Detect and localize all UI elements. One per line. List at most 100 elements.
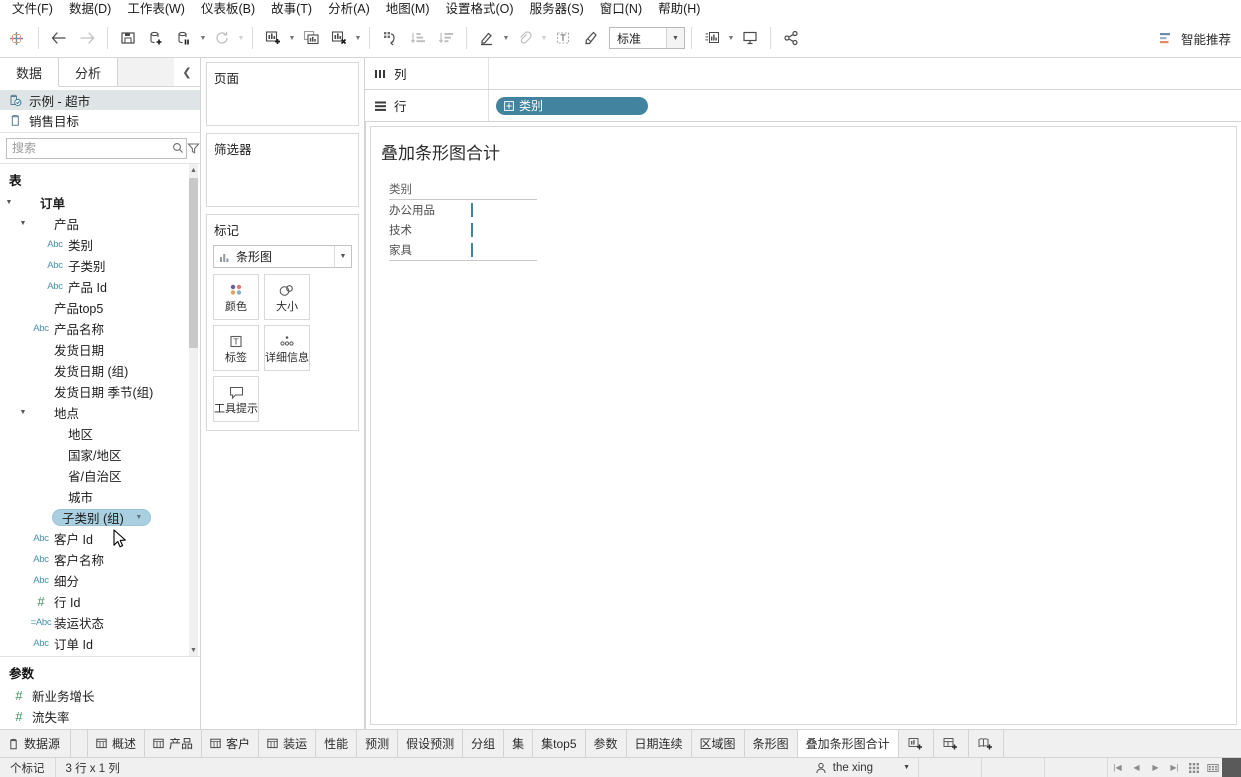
- field-item[interactable]: # 行 Id: [0, 591, 200, 612]
- scrollbar-thumb[interactable]: [189, 178, 198, 348]
- filter-fields-icon[interactable]: [187, 138, 200, 158]
- marks-size-button[interactable]: 大小: [264, 274, 310, 320]
- sheet-tab[interactable]: 分组: [463, 730, 505, 757]
- sheet-tab[interactable]: 概述: [88, 730, 146, 757]
- parameter-item[interactable]: # 流失率: [0, 706, 200, 727]
- field-item[interactable]: 城市: [0, 486, 200, 507]
- highlight-icon[interactable]: [474, 25, 500, 51]
- field-item[interactable]: 省/自治区: [0, 465, 200, 486]
- show-hide-cards-icon[interactable]: [699, 25, 725, 51]
- chevron-down-icon[interactable]: ▼: [903, 764, 910, 771]
- field-item[interactable]: 发货日期 (组): [0, 360, 200, 381]
- plus-box-icon[interactable]: [504, 100, 514, 111]
- sheet-tab[interactable]: 预测: [357, 730, 399, 757]
- tab-data[interactable]: 数据: [0, 58, 60, 87]
- bar-mark[interactable]: [471, 243, 473, 257]
- field-item[interactable]: Abc 客户名称: [0, 549, 200, 570]
- field-item[interactable]: ▼ 订单: [0, 192, 200, 213]
- field-list[interactable]: 表 ▼ 订单 ▼ 产品 Abc 类别 Abc 子类别 Abc 产品 Id 产品top5 Abc 产品名称…: [0, 164, 200, 656]
- pause-updates-caret-icon[interactable]: ▼: [198, 26, 208, 50]
- forward-arrow-icon[interactable]: [74, 25, 100, 51]
- menu-item[interactable]: 帮助(H): [650, 0, 708, 19]
- tab-layout-icon[interactable]: [1184, 758, 1203, 777]
- refresh-data-source-icon[interactable]: [209, 25, 235, 51]
- sheet-tab[interactable]: 区域图: [691, 730, 745, 757]
- clear-sheet-caret-icon[interactable]: ▼: [353, 26, 363, 50]
- presentation-mode-icon[interactable]: [737, 25, 763, 51]
- mark-type-select[interactable]: 条形图 ▼: [213, 245, 352, 268]
- field-item[interactable]: 子类别 (组) ▼: [0, 507, 200, 528]
- show-mark-labels-icon[interactable]: T: [550, 25, 576, 51]
- refresh-caret-icon[interactable]: ▼: [236, 26, 246, 50]
- chevron-down-icon[interactable]: ▼: [666, 28, 684, 48]
- tab-data-source[interactable]: 数据源: [0, 730, 72, 757]
- sheet-tab[interactable]: 参数: [585, 730, 627, 757]
- sheet-tab[interactable]: 假设预测: [398, 730, 464, 757]
- rows-shelf-drop-zone[interactable]: 类别: [489, 90, 1241, 121]
- field-item[interactable]: Abc 订单 Id: [0, 633, 200, 654]
- field-pill-selected[interactable]: 子类别 (组) ▼: [52, 509, 151, 526]
- nav-next-icon[interactable]: ▶: [1146, 758, 1165, 777]
- status-user[interactable]: the xing ▼: [807, 758, 919, 777]
- save-icon[interactable]: [115, 25, 141, 51]
- field-item[interactable]: 国家/地区: [0, 444, 200, 465]
- marks-tooltip-button[interactable]: 工具提示: [213, 376, 259, 422]
- smart-recommend-button[interactable]: 智能推荐: [1159, 29, 1231, 48]
- menu-item[interactable]: 工作表(W): [119, 0, 193, 19]
- scroll-down-arrow-icon[interactable]: ▼: [189, 644, 198, 656]
- show-cards-caret-icon[interactable]: ▼: [726, 26, 736, 50]
- chevron-down-icon[interactable]: ▼: [334, 246, 351, 267]
- view-row[interactable]: 技术: [389, 220, 537, 240]
- nav-prev-icon[interactable]: ◀: [1127, 758, 1146, 777]
- menu-item[interactable]: 故事(T): [263, 0, 320, 19]
- field-item[interactable]: 地区: [0, 423, 200, 444]
- sheet-tab[interactable]: 集top5: [533, 730, 586, 757]
- fit-select[interactable]: 标准 ▼: [609, 27, 685, 49]
- data-source-item-superstore[interactable]: 示例 - 超市: [0, 90, 200, 110]
- tableau-logo-icon[interactable]: [1, 25, 31, 51]
- menu-item[interactable]: 地图(M): [378, 0, 438, 19]
- worksheet-view[interactable]: 叠加条形图合计 类别 办公用品 技术 家具: [370, 126, 1237, 725]
- view-canvas[interactable]: 叠加条形图合计 类别 办公用品 技术 家具: [365, 122, 1241, 729]
- group-caret-icon[interactable]: ▼: [539, 26, 549, 50]
- filters-card[interactable]: 筛选器: [206, 133, 359, 207]
- row-header-title[interactable]: 类别: [389, 181, 537, 200]
- field-item[interactable]: =Abc 装运状态: [0, 612, 200, 633]
- field-item[interactable]: Abc 类别: [0, 234, 200, 255]
- new-worksheet-button[interactable]: [898, 730, 934, 757]
- sheet-tab[interactable]: 叠加条形图合计: [797, 730, 899, 757]
- sheet-tab[interactable]: 集: [504, 730, 534, 757]
- chevron-down-icon[interactable]: ▼: [16, 409, 30, 416]
- swap-rows-columns-icon[interactable]: [377, 25, 403, 51]
- search-input[interactable]: [7, 138, 169, 158]
- group-members-icon[interactable]: [512, 25, 538, 51]
- filmstrip-icon[interactable]: [1203, 758, 1222, 777]
- pause-auto-updates-icon[interactable]: [171, 25, 197, 51]
- bar-mark[interactable]: [471, 203, 473, 217]
- menu-item[interactable]: 数据(D): [61, 0, 119, 19]
- tab-analytics[interactable]: 分析: [59, 58, 119, 86]
- field-list-scrollbar[interactable]: ▲ ▼: [189, 164, 198, 656]
- menu-item[interactable]: 服务器(S): [522, 0, 592, 19]
- pill-category[interactable]: 类别: [496, 96, 648, 115]
- scroll-up-arrow-icon[interactable]: ▲: [189, 164, 198, 176]
- new-data-source-icon[interactable]: [143, 25, 169, 51]
- marks-label-button[interactable]: T 标签: [213, 325, 259, 371]
- fix-axes-icon[interactable]: [578, 25, 604, 51]
- clear-sheet-icon[interactable]: [326, 25, 352, 51]
- chevron-down-icon[interactable]: ▼: [132, 514, 146, 521]
- collapse-pane-icon[interactable]: ❮: [174, 58, 200, 86]
- field-item[interactable]: Abc 子类别: [0, 255, 200, 276]
- view-row[interactable]: 办公用品: [389, 200, 537, 220]
- chevron-down-icon[interactable]: ▼: [2, 199, 16, 206]
- menu-item[interactable]: 仪表板(B): [193, 0, 263, 19]
- new-story-button[interactable]: [968, 730, 1004, 757]
- field-item[interactable]: 发货日期: [0, 339, 200, 360]
- marks-detail-button[interactable]: 详细信息: [264, 325, 310, 371]
- field-item[interactable]: 发货日期 季节(组): [0, 381, 200, 402]
- field-item[interactable]: Abc 产品 Id: [0, 276, 200, 297]
- menu-item[interactable]: 窗口(N): [592, 0, 650, 19]
- sort-descending-icon[interactable]: [433, 25, 459, 51]
- search-input-wrapper[interactable]: [6, 137, 187, 159]
- field-item[interactable]: Abc 细分: [0, 570, 200, 591]
